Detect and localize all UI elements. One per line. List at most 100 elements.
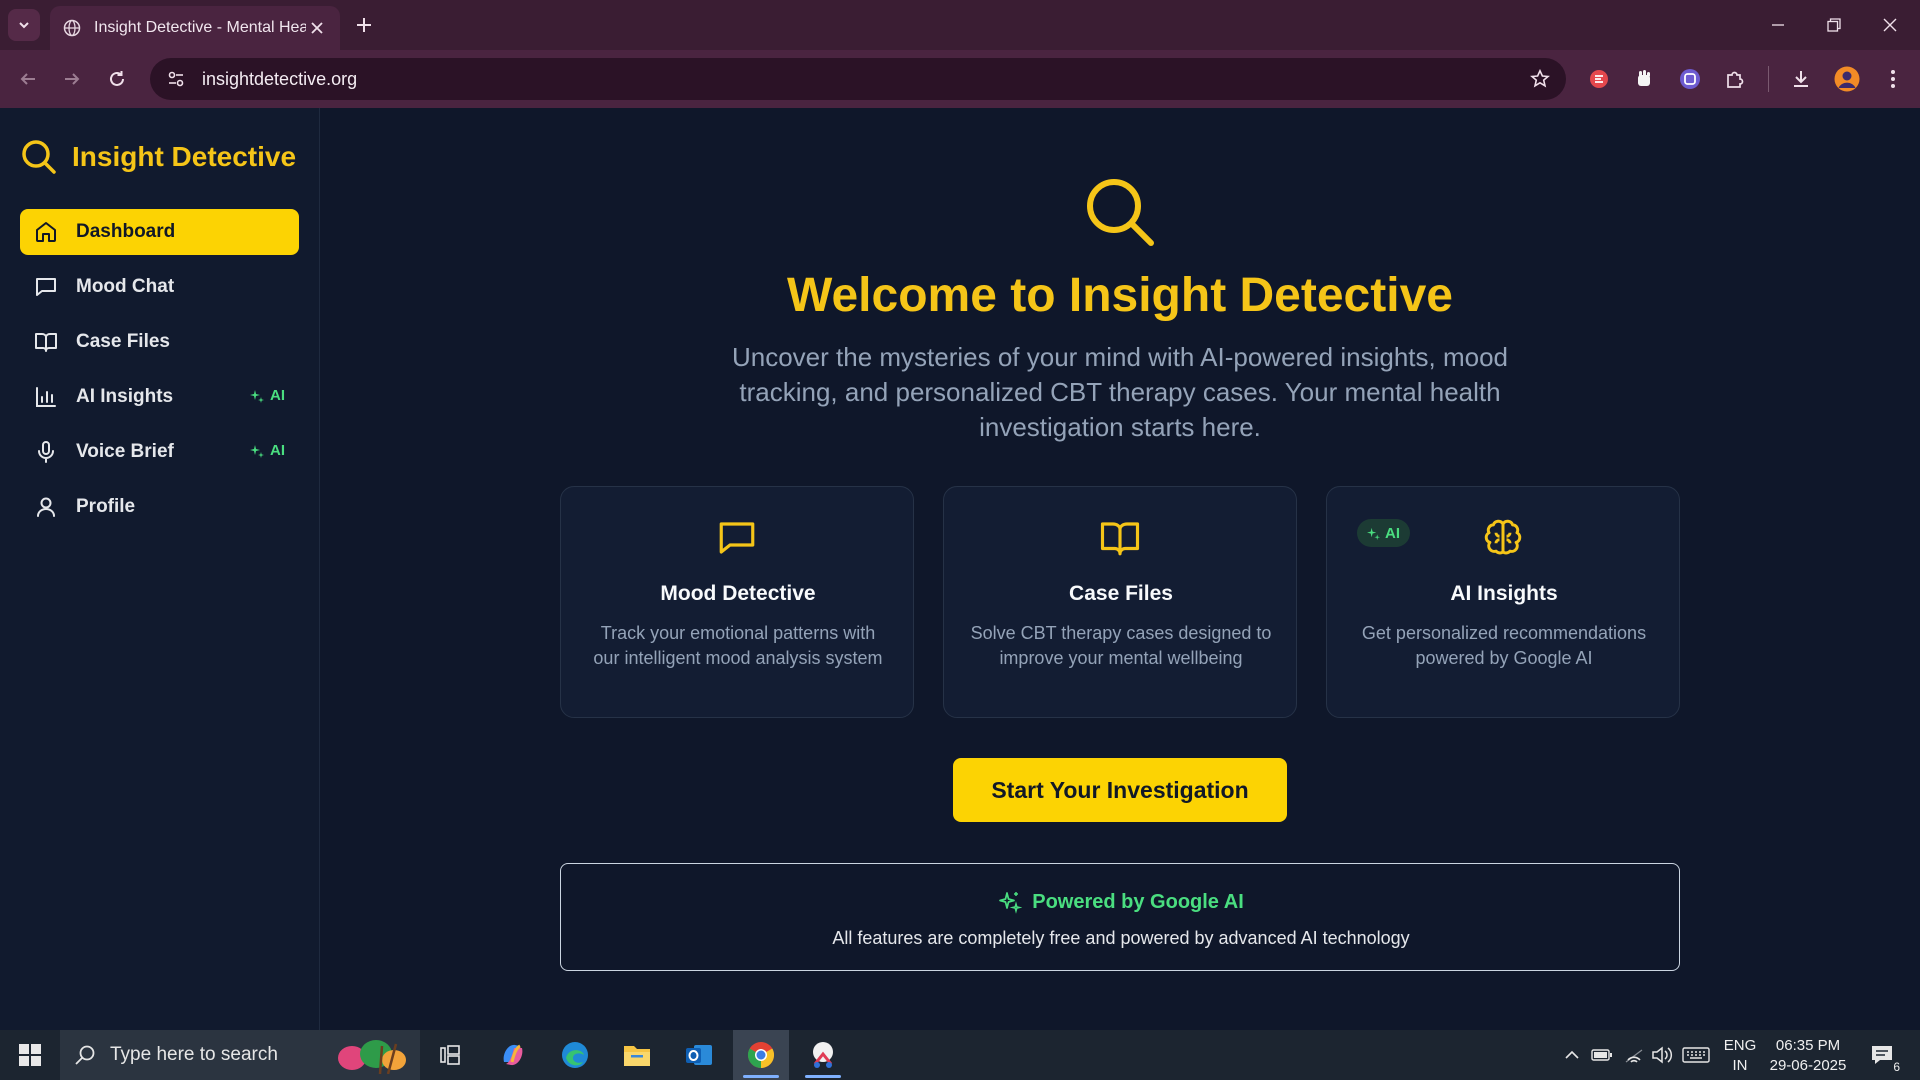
app-root: Insight Detective Dashboard Mood Chat Ca… [0, 108, 1920, 1030]
card-description: Get personalized recommendations powered… [1361, 623, 1647, 668]
sidebar-item-mood-chat[interactable]: Mood Chat [20, 264, 299, 310]
chrome-icon [747, 1042, 775, 1069]
sidebar-item-voice-brief[interactable]: Voice Brief AI [20, 429, 299, 475]
task-view-button[interactable] [422, 1030, 478, 1080]
taskbar: Type here to search ENG IN 06:35 PM 29-0… [0, 1030, 1920, 1080]
profile-avatar[interactable] [1833, 65, 1861, 93]
close-tab-icon[interactable] [306, 17, 328, 39]
extension-shield-icon[interactable] [1585, 65, 1613, 93]
brand-logo[interactable]: Insight Detective [20, 138, 296, 176]
brand-name: Insight Detective [72, 141, 297, 172]
feature-card-ai-insights[interactable]: AI AI Insights Get personalized recommen… [1326, 486, 1680, 718]
feature-card-mood-detective[interactable]: Mood Detective Track your emotional patt… [560, 486, 914, 718]
browser-menu-icon[interactable] [1879, 65, 1907, 93]
feature-card-case-files[interactable]: Case Files Solve CBT therapy cases desig… [943, 486, 1297, 718]
message-square-icon [34, 275, 58, 299]
microphone-icon [34, 440, 58, 464]
taskbar-copilot[interactable] [485, 1030, 541, 1080]
search-highlight-illustration [338, 1040, 406, 1074]
back-button[interactable] [12, 63, 44, 95]
sidebar-item-profile[interactable]: Profile [20, 484, 299, 530]
copilot-icon [503, 1044, 523, 1066]
ai-badge: AI [250, 442, 285, 459]
region-code: IN [1732, 1057, 1748, 1074]
bookmark-star-icon[interactable] [1528, 67, 1552, 91]
sidebar-item-label: Case Files [76, 331, 170, 352]
extensions-puzzle-icon[interactable] [1721, 65, 1749, 93]
home-icon [34, 220, 58, 244]
new-tab-button[interactable] [350, 11, 378, 39]
active-indicator [805, 1075, 841, 1078]
plus-icon [357, 18, 371, 32]
forward-button[interactable] [56, 63, 88, 95]
show-hidden-icons-button[interactable] [1560, 1030, 1584, 1080]
windows-logo-icon [19, 1044, 41, 1066]
taskbar-chrome[interactable] [733, 1030, 789, 1080]
sparkles-icon [250, 444, 264, 458]
taskbar-file-explorer[interactable] [609, 1030, 665, 1080]
brain-icon [1482, 517, 1524, 564]
sparkles-icon [250, 389, 264, 403]
arrow-right-icon [65, 73, 80, 85]
book-open-icon [34, 330, 58, 354]
search-icon [75, 1045, 95, 1065]
sparkles-icon [999, 892, 1023, 914]
site-info-icon[interactable] [164, 67, 188, 91]
restore-button[interactable] [1806, 0, 1862, 50]
powered-by-panel: Powered by Google AI All features are co… [560, 863, 1680, 971]
reload-button[interactable] [101, 63, 133, 95]
sidebar-item-dashboard[interactable]: Dashboard [20, 209, 299, 255]
page-subtitle: Uncover the mysteries of your mind with … [731, 342, 1508, 442]
card-title: AI Insights [1450, 582, 1558, 605]
battery-icon[interactable] [1588, 1030, 1616, 1080]
taskbar-outlook[interactable] [671, 1030, 727, 1080]
language-indicator[interactable]: ENG IN [1718, 1036, 1762, 1076]
start-investigation-button[interactable]: Start Your Investigation [953, 758, 1287, 822]
minimize-icon [1772, 24, 1784, 26]
start-button[interactable] [0, 1030, 60, 1080]
clock-date: 29-06-2025 [1769, 1057, 1847, 1074]
clock[interactable]: 06:35 PM 29-06-2025 [1766, 1036, 1850, 1076]
tab-search-button[interactable] [8, 9, 40, 41]
sidebar-item-case-files[interactable]: Case Files [20, 319, 299, 365]
arrow-left-icon [20, 73, 35, 85]
card-title: Case Files [1069, 582, 1173, 605]
extension-screen-icon[interactable] [1676, 65, 1704, 93]
ai-badge-label: AI [1385, 524, 1400, 542]
browser-tab-bar: Insight Detective - Mental Health [0, 0, 1920, 50]
taskbar-edge[interactable] [547, 1030, 603, 1080]
sidebar: Insight Detective Dashboard Mood Chat Ca… [0, 108, 320, 1030]
card-title: Mood Detective [660, 582, 816, 605]
taskbar-search[interactable]: Type here to search [60, 1030, 420, 1080]
ai-badge: AI [250, 387, 285, 404]
download-icon[interactable] [1787, 65, 1815, 93]
browser-tab[interactable]: Insight Detective - Mental Health [50, 6, 340, 50]
sidebar-item-label: Voice Brief [76, 441, 174, 462]
url-text[interactable]: insightdetective.org [202, 69, 357, 90]
extension-hand-icon[interactable] [1630, 65, 1658, 93]
snipping-tool-icon [813, 1042, 833, 1068]
volume-icon[interactable] [1648, 1030, 1676, 1080]
close-icon [1883, 18, 1897, 32]
search-placeholder: Type here to search [110, 1044, 278, 1065]
search-icon [1083, 175, 1157, 254]
notifications-button[interactable]: 6 [1862, 1030, 1902, 1080]
chevron-up-icon [1565, 1050, 1579, 1059]
address-bar[interactable]: insightdetective.org [150, 58, 1566, 100]
task-view-icon [440, 1045, 460, 1065]
sparkles-icon [1367, 527, 1380, 540]
ai-badge-label: AI [270, 387, 285, 404]
restore-icon [1827, 18, 1841, 32]
powered-heading: Powered by Google AI [561, 890, 1681, 914]
keyboard-icon[interactable] [1680, 1030, 1712, 1080]
wifi-icon[interactable] [1620, 1030, 1648, 1080]
search-icon [22, 140, 56, 174]
close-window-button[interactable] [1862, 0, 1918, 50]
folder-icon [624, 1046, 650, 1066]
taskbar-snipping-tool[interactable] [795, 1030, 851, 1080]
chevron-down-icon [19, 22, 29, 29]
powered-description: All features are completely free and pow… [832, 928, 1410, 948]
powered-title: Powered by Google AI [1032, 890, 1244, 913]
minimize-button[interactable] [1750, 0, 1806, 50]
sidebar-item-ai-insights[interactable]: AI Insights AI [20, 374, 299, 420]
